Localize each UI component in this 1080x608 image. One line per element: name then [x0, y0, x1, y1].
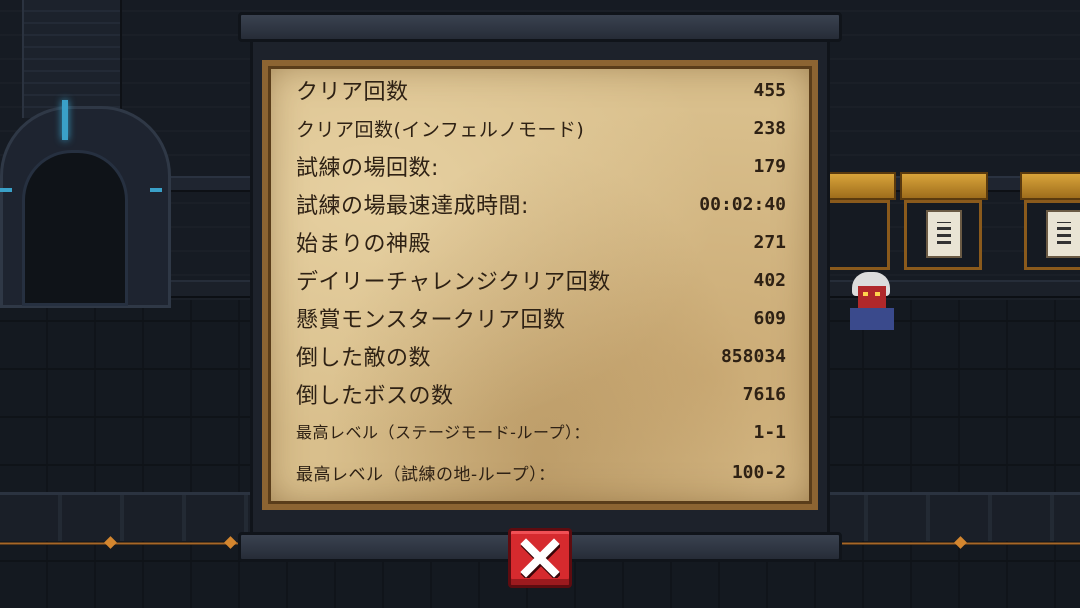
close-icon	[520, 538, 560, 578]
stat-row-inferno-clear: クリア回数(インフェルノモード) 238	[296, 110, 786, 146]
stat-value: 402	[753, 269, 786, 291]
archway-light	[62, 100, 68, 140]
stat-row-max-level-stage: 最高レベル（ステージモード-ループ）： 1-1	[296, 412, 786, 452]
stat-row-trial-count: 試練の場回数: 179	[296, 148, 786, 184]
stat-value: 858034	[720, 345, 786, 367]
stat-label: デイリーチャレンジクリア回数	[296, 270, 611, 295]
stat-row-max-level-trial: 最高レベル（試練の地-ループ）： 100-2	[296, 454, 786, 490]
archway-accent-right	[150, 188, 162, 192]
stat-value: 455	[753, 79, 786, 101]
stat-label: 試練の場回数:	[296, 156, 439, 181]
stat-row-bosses-defeated: 倒したボスの数 7616	[296, 376, 786, 412]
stat-row-trial-fastest: 試練の場最速達成時間: 00:02:40	[296, 186, 786, 222]
stat-value: 609	[753, 307, 786, 329]
stat-row-clear-count: クリア回数 455	[296, 72, 786, 108]
stat-value: 1-1	[753, 421, 786, 443]
npc-character	[846, 272, 904, 334]
stat-row-daily-challenge: デイリーチャレンジクリア回数 402	[296, 262, 786, 298]
stat-label: 最高レベル（試練の地-ループ）：	[296, 464, 556, 485]
stat-label: 倒したボスの数	[296, 384, 454, 409]
stat-label: クリア回数	[296, 80, 409, 105]
stat-label: クリア回数(インフェルノモード)	[296, 118, 585, 141]
stat-label: 懸賞モンスタークリア回数	[296, 308, 566, 333]
stat-label: 倒した敵の数	[296, 346, 432, 371]
stat-label: 始まりの神殿	[296, 232, 432, 257]
archway-doorway	[22, 150, 128, 306]
stat-label: 最高レベル（ステージモード-ループ）：	[296, 422, 590, 442]
display-case	[1020, 172, 1080, 270]
stat-label: 試練の場最速達成時間:	[296, 194, 529, 219]
stone-pillar	[22, 0, 122, 118]
stat-value: 238	[753, 117, 786, 139]
scroll-top-rod	[238, 12, 842, 42]
close-button[interactable]	[508, 528, 572, 588]
stat-value: 100-2	[731, 461, 786, 483]
stats-list: クリア回数 455 クリア回数(インフェルノモード) 238 試練の場回数: 1…	[296, 72, 786, 492]
stat-row-bounty-monster: 懸賞モンスタークリア回数 609	[296, 300, 786, 336]
stat-row-enemies-defeated: 倒した敵の数 858034	[296, 338, 786, 374]
stat-value: 00:02:40	[699, 193, 786, 215]
display-case	[900, 172, 988, 270]
stat-row-origin-temple: 始まりの神殿 271	[296, 224, 786, 260]
stat-value: 7616	[742, 383, 786, 405]
stat-value: 179	[753, 155, 786, 177]
archway-accent-left	[0, 188, 12, 192]
stat-value: 271	[753, 231, 786, 253]
